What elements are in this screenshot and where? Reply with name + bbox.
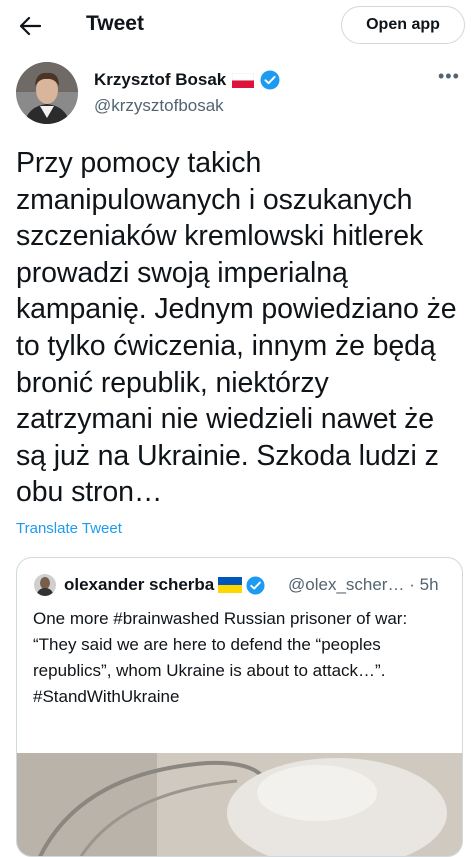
more-icon[interactable]: ••• (438, 66, 460, 87)
author-handle[interactable]: @krzysztofbosak (94, 96, 224, 116)
verified-badge-icon (246, 575, 265, 595)
author-name-row[interactable]: Krzysztof Bosak (94, 70, 280, 90)
quoted-author-name-row: olexander scherba (64, 575, 265, 595)
translate-tweet-link[interactable]: Translate Tweet (16, 520, 122, 537)
page-title: Tweet (86, 12, 144, 35)
tweet-text: Przy pomocy takich zmanipulowanych i osz… (16, 147, 457, 509)
author-avatar[interactable] (16, 62, 78, 124)
quoted-tweet-card[interactable]: olexander scherba @olex_scher… · 5h One … (16, 557, 463, 857)
media-thumbnail (17, 753, 462, 856)
poland-flag-icon (232, 72, 255, 88)
quoted-author-name: olexander scherba (64, 575, 215, 594)
back-button[interactable] (14, 10, 46, 42)
avatar-image (16, 62, 78, 124)
meta-separator: · (409, 575, 415, 594)
author-name[interactable]: Krzysztof Bosak (94, 70, 226, 90)
quoted-timestamp: 5h (419, 575, 439, 594)
back-arrow-icon (19, 16, 41, 36)
verified-badge-icon (260, 70, 280, 90)
quoted-author-handle: @olex_scher… (288, 575, 405, 594)
ukraine-flag-icon (218, 577, 243, 593)
quoted-tweet-text: One more #brainwashed Russian prisoner o… (33, 609, 408, 706)
quoted-meta: @olex_scher… · 5h (288, 575, 439, 595)
quoted-author-avatar (34, 574, 56, 596)
open-app-button[interactable]: Open app (341, 6, 465, 44)
quoted-tweet-media[interactable] (17, 753, 462, 856)
top-bar: Tweet Open app (0, 0, 471, 52)
